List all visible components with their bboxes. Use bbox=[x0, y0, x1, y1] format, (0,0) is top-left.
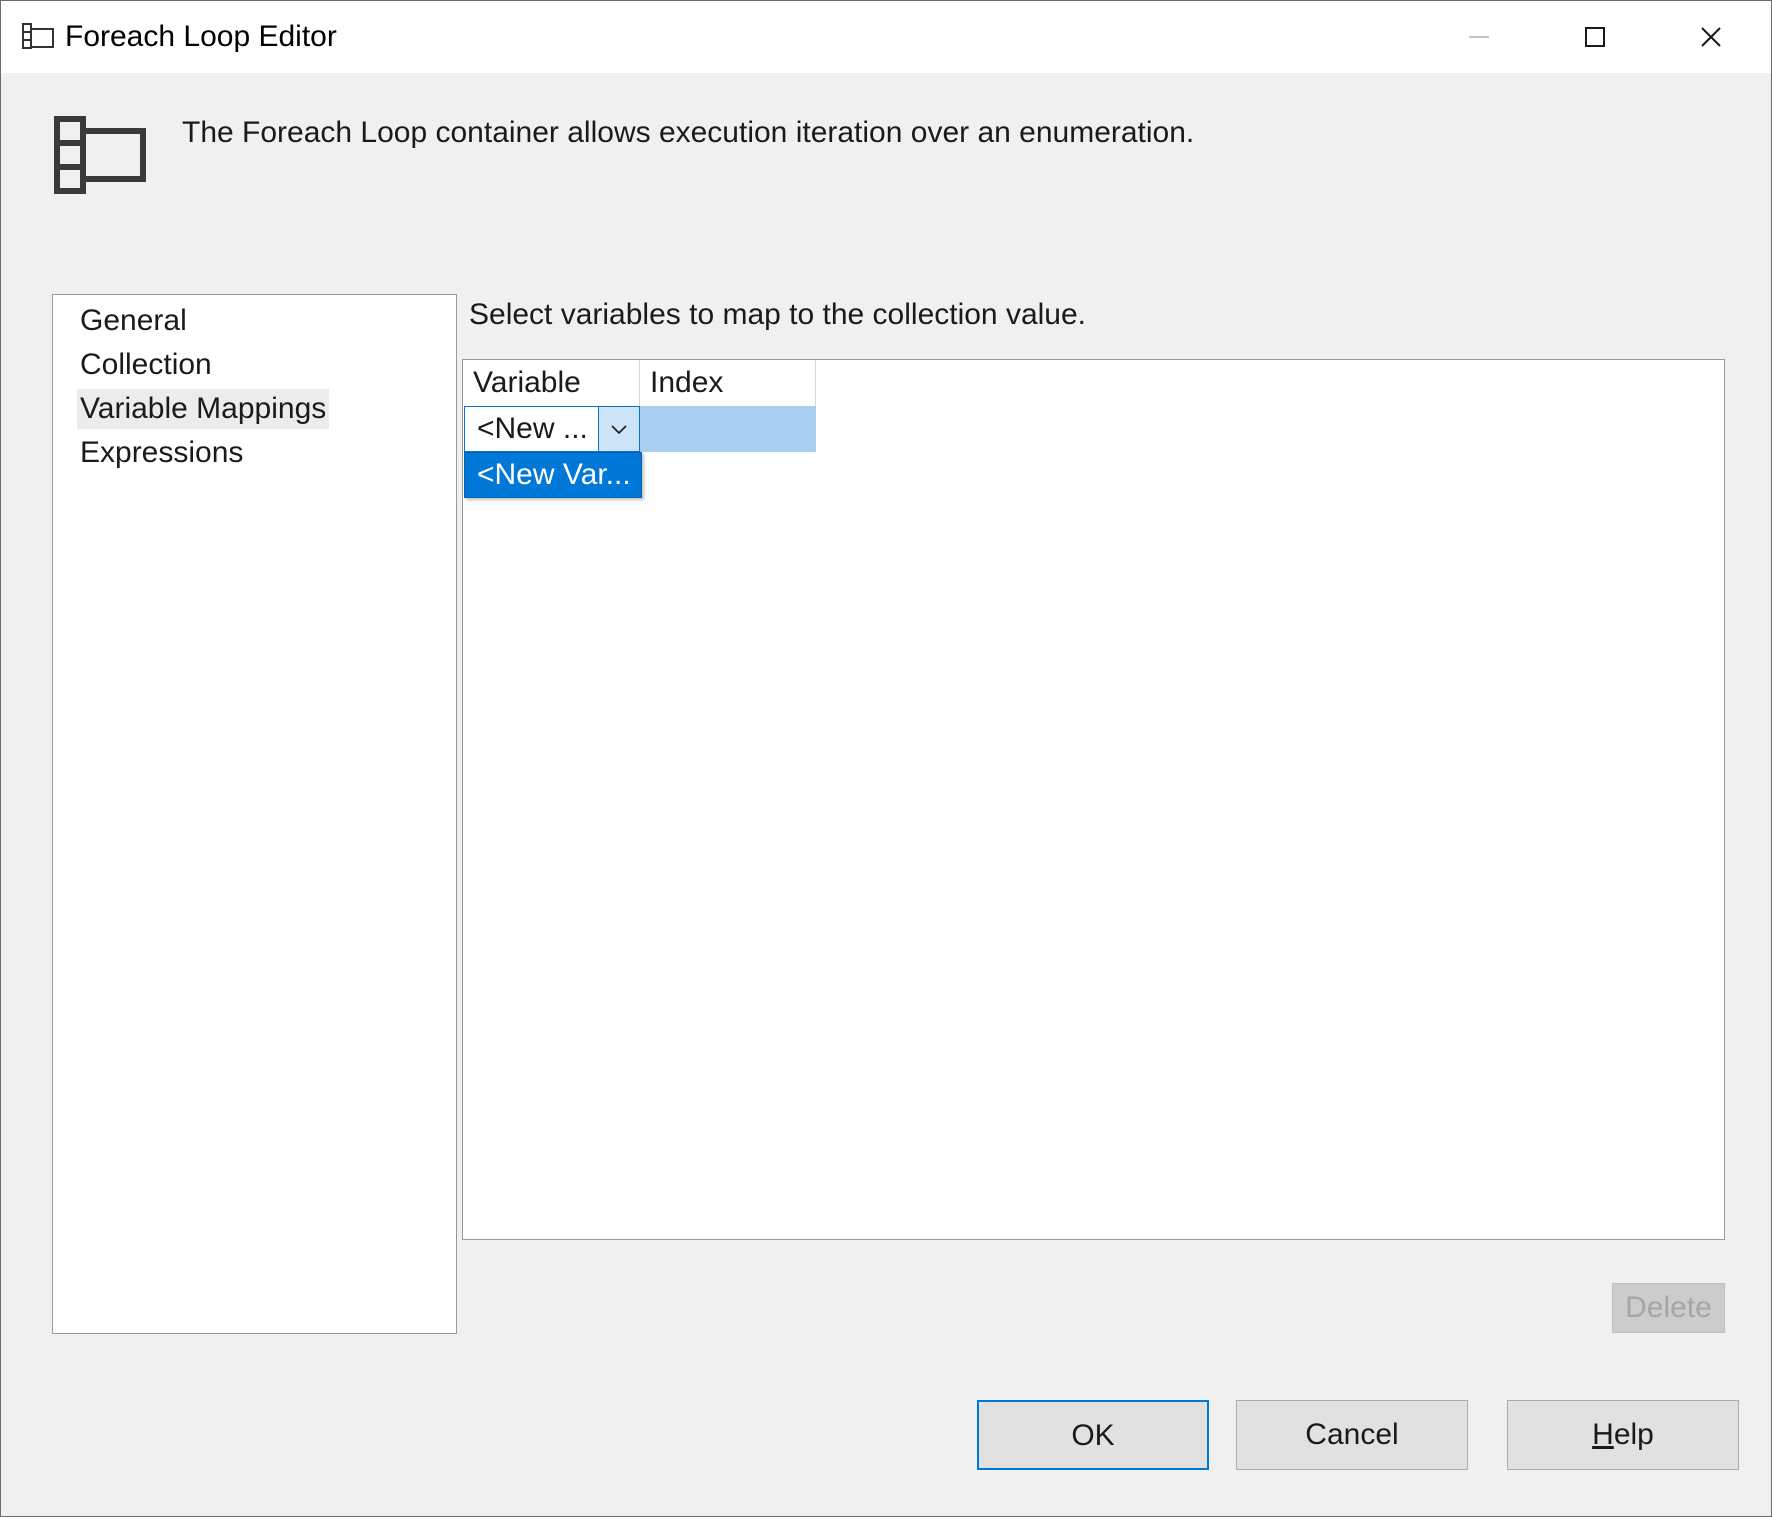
variable-mappings-grid[interactable]: Variable Index <New ... <New Var... bbox=[462, 359, 1725, 1240]
help-label-rest: elp bbox=[1613, 1418, 1654, 1451]
variable-combobox-value: <New ... bbox=[477, 412, 588, 445]
page-navigation-list: General Collection Variable Mappings Exp… bbox=[52, 294, 457, 1334]
nav-item-collection[interactable]: Collection bbox=[77, 345, 215, 385]
delete-button[interactable]: Delete bbox=[1612, 1283, 1725, 1333]
help-mnemonic: H bbox=[1592, 1418, 1614, 1451]
chevron-down-icon bbox=[611, 425, 627, 435]
foreach-loop-icon bbox=[22, 23, 54, 49]
maximize-icon[interactable] bbox=[1565, 15, 1625, 59]
dropdown-option-new-variable[interactable]: <New Var... bbox=[477, 457, 631, 493]
header-description: The Foreach Loop container allows execut… bbox=[182, 116, 1195, 149]
window-title: Foreach Loop Editor bbox=[65, 20, 337, 53]
column-header-variable[interactable]: Variable bbox=[463, 360, 640, 406]
nav-item-general[interactable]: General bbox=[77, 301, 190, 341]
title-bar[interactable]: Foreach Loop Editor bbox=[1, 1, 1771, 73]
index-cell[interactable] bbox=[640, 406, 816, 452]
nav-item-expressions[interactable]: Expressions bbox=[77, 433, 246, 473]
dropdown-button[interactable] bbox=[598, 407, 639, 451]
close-icon[interactable] bbox=[1681, 15, 1741, 59]
help-button[interactable]: Help bbox=[1507, 1400, 1739, 1470]
minimize-icon[interactable] bbox=[1449, 15, 1509, 59]
column-header-index[interactable]: Index bbox=[640, 360, 816, 406]
variable-dropdown-list[interactable]: <New Var... bbox=[464, 452, 642, 498]
variable-combobox[interactable]: <New ... bbox=[464, 406, 640, 452]
cancel-button[interactable]: Cancel bbox=[1236, 1400, 1468, 1470]
ok-button[interactable]: OK bbox=[977, 1400, 1209, 1470]
nav-item-variable-mappings[interactable]: Variable Mappings bbox=[77, 389, 330, 429]
instruction-text: Select variables to map to the collectio… bbox=[469, 298, 1087, 331]
foreach-loop-icon bbox=[54, 116, 146, 194]
foreach-loop-editor-window: Foreach Loop Editor The Foreach Loop con… bbox=[0, 0, 1772, 1517]
